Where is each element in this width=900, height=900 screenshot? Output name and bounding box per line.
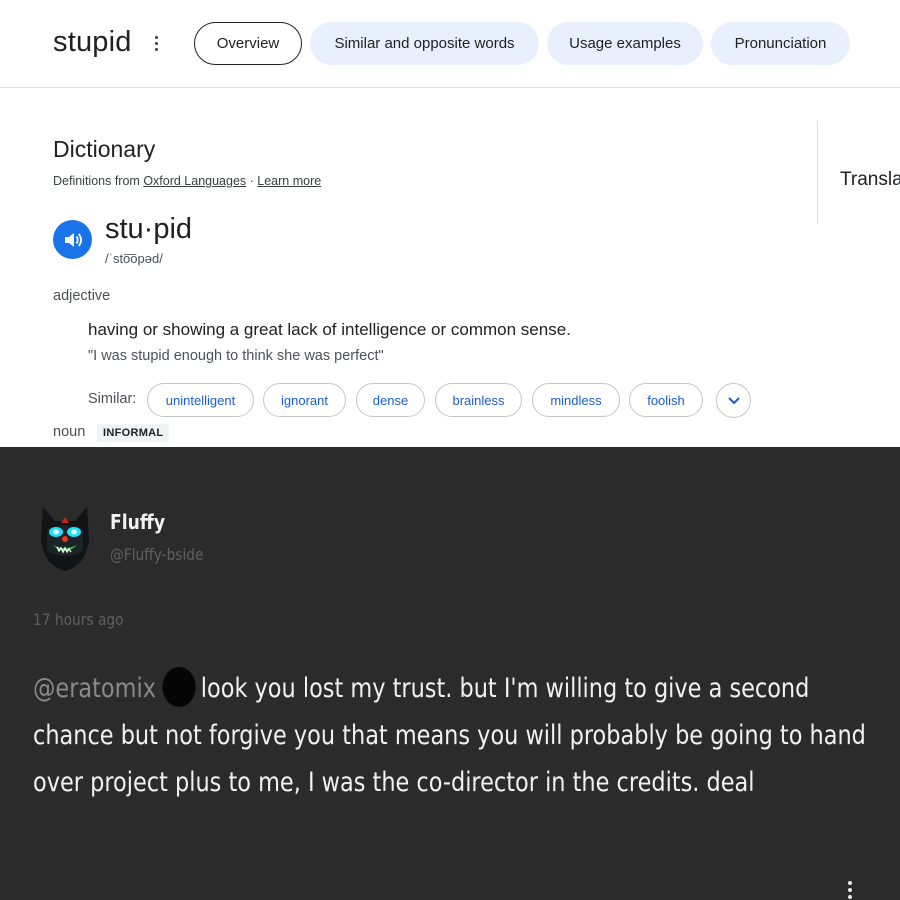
phonetic: /ˈsto͞opəd/: [105, 251, 163, 266]
dictionary-screenshot: stupid Overview Similar and opposite wor…: [0, 0, 900, 447]
part-of-speech-adjective: adjective: [53, 288, 111, 304]
comment-line-2: chance but not forgive you that means yo…: [33, 720, 866, 751]
comment-handle[interactable]: @Fluffy-bside: [110, 545, 203, 564]
comment-line-1: @eratomix look you lost my trust. but I'm…: [33, 665, 863, 712]
oxford-languages-link[interactable]: Oxford Languages: [143, 174, 246, 188]
speaker-icon[interactable]: [53, 220, 92, 259]
translate-heading: Transla: [840, 169, 900, 190]
search-query[interactable]: stupid: [53, 26, 132, 59]
similar-chip[interactable]: foolish: [629, 383, 703, 417]
comment-username[interactable]: Fluffy: [110, 510, 165, 534]
tab-pronunciation[interactable]: Pronunciation: [711, 22, 850, 65]
similar-chip[interactable]: mindless: [532, 383, 620, 417]
learn-more-link[interactable]: Learn more: [257, 174, 321, 188]
comment-line-1-text: look you lost my trust. but I'm willing …: [200, 673, 810, 704]
similar-chip[interactable]: ignorant: [263, 383, 346, 417]
redacted-mark: [162, 667, 196, 707]
avatar[interactable]: [37, 499, 93, 573]
panel-divider: [817, 121, 818, 224]
tab-overview[interactable]: Overview: [194, 22, 302, 65]
comment-screenshot: Fluffy @Fluffy-bside 17 hours ago @erato…: [0, 447, 900, 900]
dictionary-source: Definitions from Oxford Languages · Lear…: [53, 174, 321, 188]
similar-chip[interactable]: unintelligent: [147, 383, 254, 417]
comment-line-3: over project plus to me, I was the co-di…: [33, 767, 755, 798]
mention-link[interactable]: @eratomix: [33, 673, 156, 704]
source-separator: ·: [246, 174, 258, 188]
comment-text: @eratomix look you lost my trust. but I'm…: [33, 665, 866, 806]
tab-usage-examples[interactable]: Usage examples: [547, 22, 703, 65]
definition: having or showing a great lack of intell…: [88, 320, 571, 339]
headword: stu·pid: [105, 213, 193, 245]
dictionary-title: Dictionary: [53, 136, 156, 162]
similar-chip[interactable]: dense: [356, 383, 425, 417]
similar-label: Similar:: [88, 391, 137, 407]
source-prefix: Definitions from: [53, 174, 144, 188]
example-sentence: "I was stupid enough to think she was pe…: [88, 348, 384, 364]
part-of-speech-noun: noun: [53, 424, 86, 440]
more-vert-icon[interactable]: [845, 881, 855, 900]
informal-badge: INFORMAL: [97, 424, 170, 442]
similar-chip[interactable]: brainless: [435, 383, 522, 417]
tab-similar-opposite[interactable]: Similar and opposite words: [310, 22, 539, 65]
search-header: stupid Overview Similar and opposite wor…: [0, 0, 900, 88]
more-vert-icon[interactable]: [150, 30, 162, 56]
chevron-down-icon[interactable]: [716, 383, 751, 418]
comment-timestamp: 17 hours ago: [33, 610, 124, 629]
